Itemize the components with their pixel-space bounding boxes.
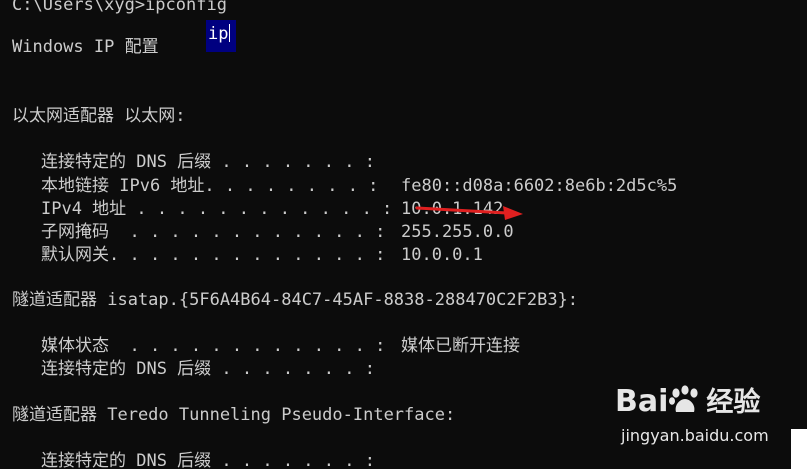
output-heading: Windows IP 配置 [12, 37, 159, 57]
text-cursor [229, 24, 231, 42]
console-window[interactable]: C:\Users\xyg>ipconfig Windows IP 配置 ip 以… [0, 0, 807, 469]
ethernet-gateway-value: 10.0.0.1 [401, 245, 483, 265]
ethernet-ipv6-label: 本地链接 IPv6 地址. . . . . . . . : [41, 176, 379, 196]
ethernet-adapter-header: 以太网适配器 以太网: [12, 106, 186, 126]
teredo-dns-suffix-label: 连接特定的 DNS 后缀 . . . . . . . : [41, 451, 375, 469]
watermark-suffix: 经验 [706, 387, 761, 418]
scrollbar-thumb[interactable] [791, 429, 807, 469]
selection-text: ip [208, 24, 229, 44]
watermark-url: jingyan.baidu.com [621, 426, 769, 445]
isatap-media-state-value: 媒体已断开连接 [401, 336, 520, 356]
isatap-media-state-label: 媒体状态 . . . . . . . . . . . . : [41, 336, 386, 356]
ethernet-gateway-label: 默认网关. . . . . . . . . . . . . : [41, 245, 386, 265]
paw-icon [669, 385, 699, 412]
isatap-dns-suffix-label: 连接特定的 DNS 后缀 . . . . . . . : [41, 359, 375, 379]
red-arrow-icon [415, 206, 523, 220]
watermark-logo: Bai 经验 [615, 380, 760, 419]
selection-highlight[interactable]: ip [206, 20, 236, 52]
baidu-jingyan-watermark: Bai 经验 jingyan.baidu.com [615, 380, 775, 460]
watermark-logo-text: Bai [615, 384, 669, 419]
command-prompt-line: C:\Users\xyg>ipconfig [12, 0, 227, 15]
teredo-adapter-header: 隧道适配器 Teredo Tunneling Pseudo-Interface: [12, 405, 456, 425]
ethernet-subnet-mask-value: 255.255.0.0 [401, 222, 514, 242]
ethernet-ipv4-label: IPv4 地址 . . . . . . . . . . . . : [41, 199, 393, 219]
isatap-adapter-header: 隧道适配器 isatap.{5F6A4B64-84C7-45AF-8838-28… [12, 290, 579, 310]
ethernet-ipv6-value: fe80::d08a:6602:8e6b:2d5c%5 [401, 176, 678, 196]
ethernet-subnet-mask-label: 子网掩码 . . . . . . . . . . . . : [41, 222, 386, 242]
ethernet-dns-suffix-label: 连接特定的 DNS 后缀 . . . . . . . : [41, 152, 375, 172]
